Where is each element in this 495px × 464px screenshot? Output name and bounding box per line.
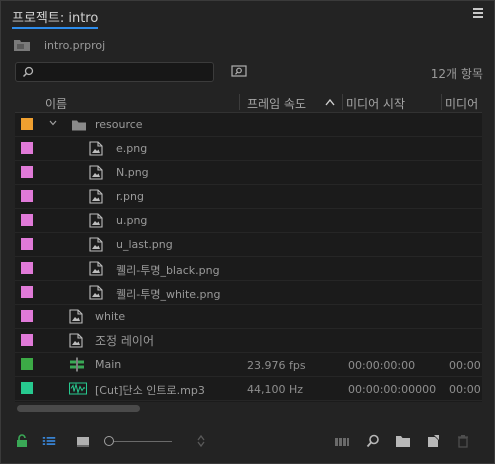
item-name[interactable]: N.png [116,166,149,179]
active-tab-indicator [12,27,98,29]
image-file-icon [89,141,103,156]
item-framerate: 44,100 Hz [247,383,304,396]
table-row[interactable]: u.png [15,209,482,233]
table-row[interactable]: 퀠리-투명_white.png [15,281,482,305]
search-icon [22,66,34,78]
label-color-swatch[interactable] [21,262,33,274]
label-color-swatch[interactable] [21,214,33,226]
table-row[interactable]: [Cut]단소 인트로.mp3 44,100 Hz 00:00:00:00000 00… [15,377,482,401]
image-file-icon [69,333,83,348]
lock-icon[interactable] [15,434,29,448]
label-color-swatch[interactable] [21,334,33,346]
chevron-down-icon[interactable] [49,120,57,126]
scrollbar-thumb[interactable] [17,405,140,412]
image-file-icon [89,213,103,228]
find-filter-icon[interactable] [231,64,247,78]
list-view-icon[interactable] [42,434,56,448]
column-media-start[interactable]: 미디어 시작 [346,95,405,112]
column-divider[interactable] [441,94,442,110]
label-color-swatch[interactable] [21,118,33,130]
label-color-swatch[interactable] [21,190,33,202]
icon-view-icon[interactable] [76,434,90,448]
audio-file-icon [69,382,87,395]
item-framerate: 23.976 fps [247,359,306,372]
label-color-swatch[interactable] [21,286,33,298]
list-header: 이름 프레임 속도 미디어 시작 미디어 [15,92,482,113]
label-color-swatch[interactable] [21,166,33,178]
new-bin-icon[interactable] [395,434,411,448]
image-file-icon [89,285,103,300]
project-filename: intro.prproj [44,39,106,52]
new-item-icon[interactable] [426,434,440,448]
project-item-list: 이름 프레임 속도 미디어 시작 미디어 resource e.png N.png r… [15,92,482,402]
item-name[interactable]: r.png [116,190,144,203]
item-name[interactable]: Main [95,358,121,371]
zoom-slider-track[interactable] [114,441,172,442]
sort-ascending-icon[interactable] [325,98,335,106]
item-name[interactable]: e.png [116,142,147,155]
panel-menu-icon[interactable] [473,8,483,18]
sort-icons-icon[interactable] [194,434,208,448]
item-name[interactable]: resource [95,118,143,131]
table-row[interactable]: 퀠리-투명_black.png [15,257,482,281]
label-color-swatch[interactable] [21,142,33,154]
item-media-end: 00:00 [449,359,481,372]
horizontal-scrollbar[interactable] [15,404,482,413]
panel-title-tab[interactable]: 프로젝트: intro [12,7,98,26]
trash-icon[interactable] [456,434,470,448]
item-count: 12개 항목 [430,67,483,81]
item-name[interactable]: 퀠리-투명_black.png [116,262,220,278]
bin-icon [14,40,30,51]
image-file-icon [89,189,103,204]
column-framerate[interactable]: 프레임 속도 [247,95,306,112]
table-row[interactable]: resource [15,113,482,137]
table-row[interactable]: Main 23.976 fps 00:00:00:00 00:00 [15,353,482,377]
panel-titlebar: 프로젝트: intro [0,0,495,30]
table-row[interactable]: N.png [15,161,482,185]
table-row[interactable]: r.png [15,185,482,209]
table-row[interactable]: 조정 레이어 [15,329,482,353]
automate-to-sequence-icon[interactable] [334,434,350,448]
label-color-swatch[interactable] [21,238,33,250]
label-color-swatch[interactable] [21,382,33,394]
item-name[interactable]: white [95,310,125,323]
search-input[interactable] [15,62,214,82]
image-file-icon [89,165,103,180]
image-file-icon [89,261,103,276]
label-color-swatch[interactable] [21,310,33,322]
item-name[interactable]: u.png [116,214,147,227]
column-media-end[interactable]: 미디어 [445,95,478,112]
label-color-swatch[interactable] [21,358,33,370]
item-media-start: 00:00:00:00000 [348,383,437,396]
column-divider[interactable] [239,94,240,110]
folder-icon [72,120,86,131]
find-icon[interactable] [366,434,380,448]
item-name[interactable]: 조정 레이어 [95,332,154,349]
item-media-start: 00:00:00:00 [348,359,416,372]
item-name[interactable]: u_last.png [116,238,173,251]
column-name[interactable]: 이름 [45,95,67,112]
image-file-icon [89,237,103,252]
column-divider[interactable] [342,94,343,110]
panel-toolbar [0,430,495,454]
item-name[interactable]: 퀠리-투명_white.png [116,286,221,302]
item-media-end: 00:00 [449,383,481,396]
table-row[interactable]: u_last.png [15,233,482,257]
sequence-icon [70,357,84,372]
zoom-slider-handle[interactable] [104,436,114,446]
table-row[interactable]: white [15,305,482,329]
item-name[interactable]: [Cut]단소 인트로.mp3 [95,382,205,398]
table-row[interactable]: e.png [15,137,482,161]
image-file-icon [69,309,83,324]
